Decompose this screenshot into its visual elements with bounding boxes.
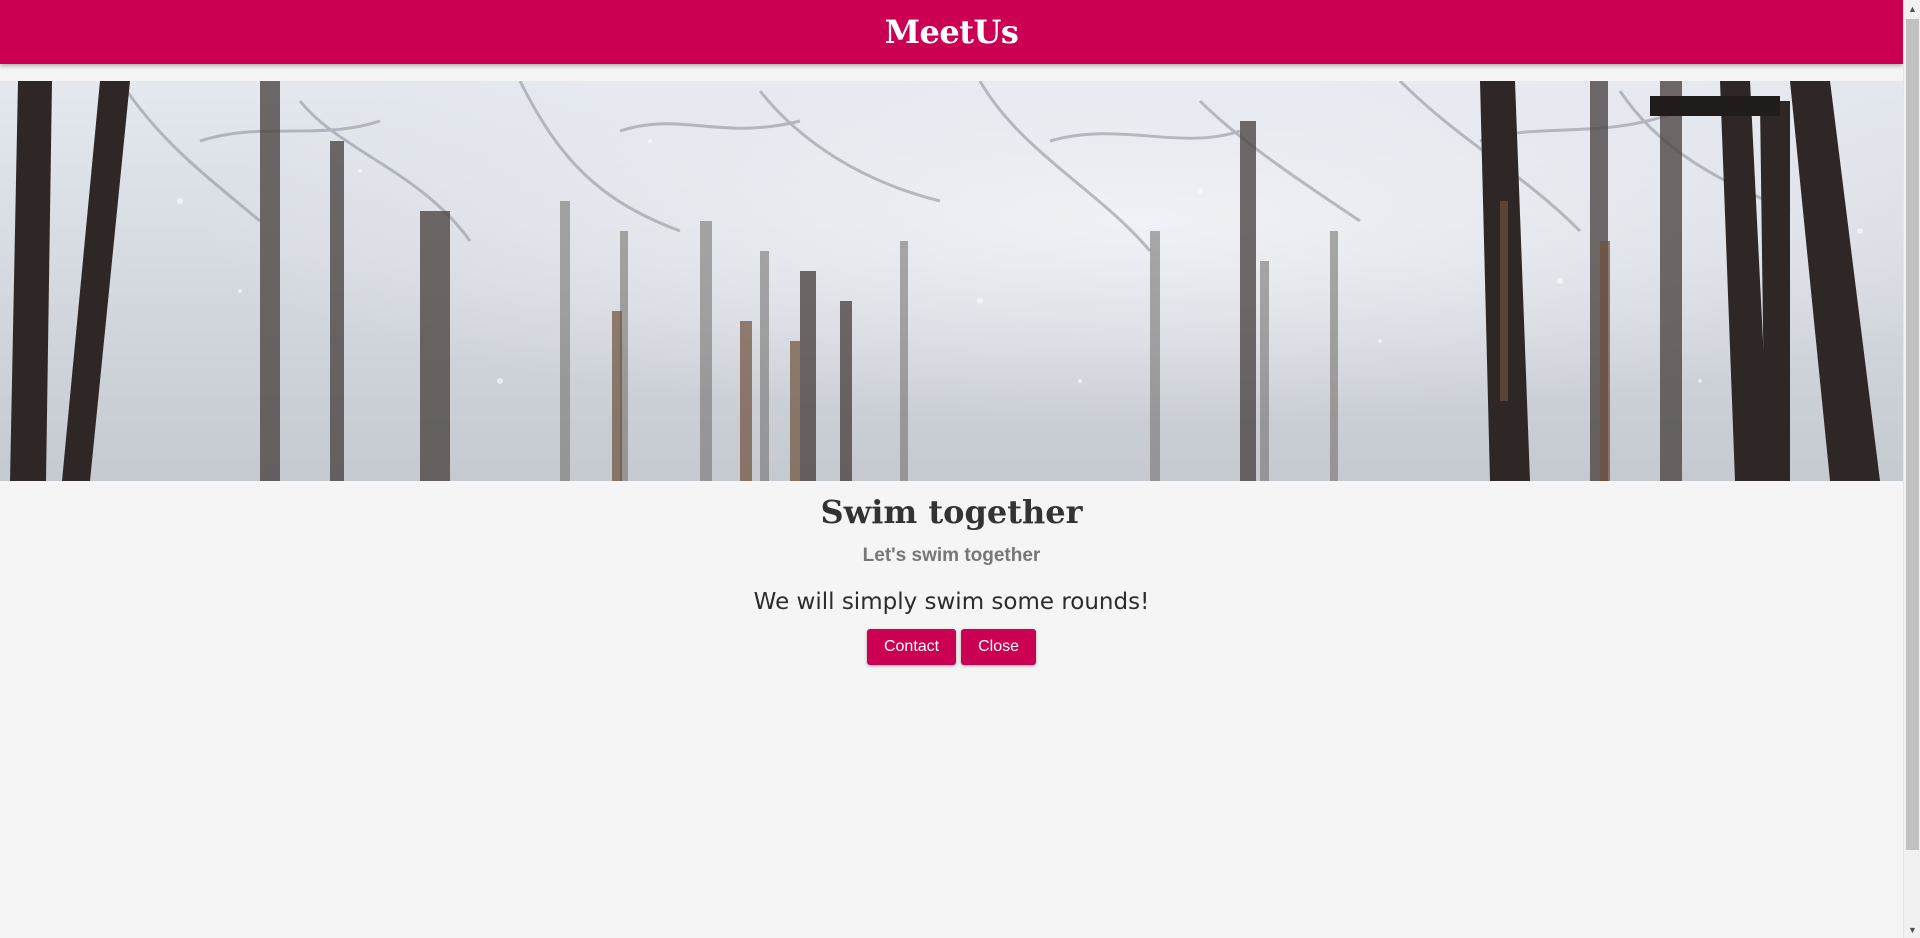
meetup-title: Swim together — [820, 493, 1083, 531]
close-button[interactable]: Close — [961, 629, 1037, 666]
app-header: MeetUs — [0, 0, 1903, 64]
scroll-thumb[interactable] — [1906, 19, 1919, 850]
meetup-details: Swim together Let's swim together We wil… — [0, 481, 1903, 666]
snowy-forest-illustration — [0, 81, 1903, 481]
meetup-subtitle: Let's swim together — [862, 545, 1041, 567]
vertical-scrollbar[interactable]: ▲ ▼ — [1903, 0, 1920, 938]
scroll-up-icon[interactable]: ▲ — [1904, 0, 1920, 17]
meetup-description: We will simply swim some rounds! — [753, 589, 1150, 616]
app-root: MeetUs Swim together Let's swim together… — [0, 0, 1903, 938]
scroll-down-icon[interactable]: ▼ — [1904, 921, 1920, 938]
hero-image — [0, 81, 1903, 481]
contact-button[interactable]: Contact — [866, 629, 957, 666]
app-title[interactable]: MeetUs — [885, 13, 1019, 51]
meetup-actions: Contact Close — [0, 629, 1903, 666]
